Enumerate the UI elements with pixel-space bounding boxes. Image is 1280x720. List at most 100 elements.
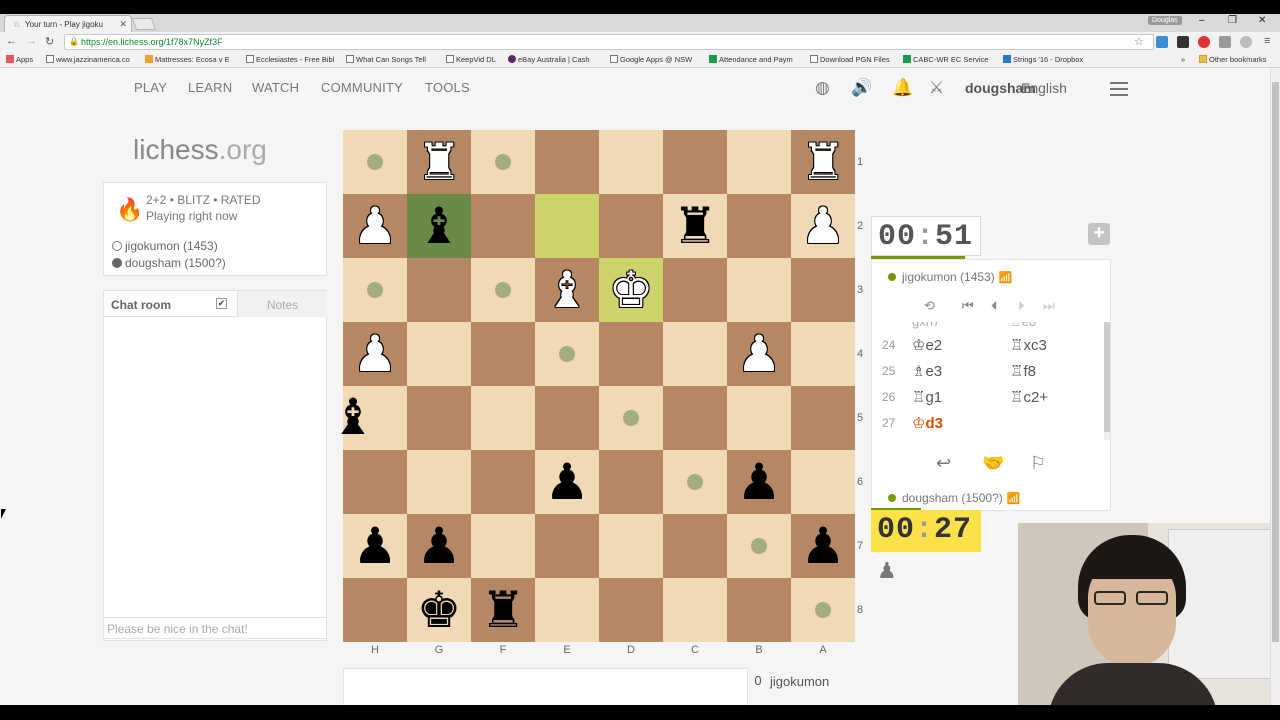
move-white[interactable]: ♔e2 [912, 336, 942, 354]
bookmark-item[interactable]: Strings '16 - Dropbox [1003, 55, 1083, 64]
board-square-a4[interactable] [791, 322, 855, 386]
page-scrollbar[interactable] [1270, 68, 1280, 705]
move-hint-dot[interactable] [623, 410, 639, 426]
board-square-c4[interactable] [663, 322, 727, 386]
language-selector[interactable]: English [1021, 80, 1067, 96]
crosstable-opponent[interactable]: jigokumon [770, 674, 829, 689]
move-hint-dot[interactable] [495, 154, 511, 170]
address-bar[interactable]: 🔒 https://en.lichess.org/1f78x7NyZf3F [64, 34, 1154, 50]
moves-scrollbar[interactable] [1104, 322, 1110, 440]
moves-scroll-thumb[interactable] [1104, 322, 1110, 432]
board-square-g6[interactable] [407, 450, 471, 514]
move-hint-dot[interactable] [687, 474, 703, 490]
black-king-piece[interactable]: ♚ [407, 578, 471, 642]
board-square-h6[interactable] [343, 450, 407, 514]
opera-extension-icon[interactable] [1198, 36, 1210, 48]
black-rook-piece[interactable]: ♜ [471, 578, 535, 642]
nav-community[interactable]: COMMUNITY [321, 80, 403, 95]
first-move-icon[interactable]: ⏮ [962, 298, 974, 314]
back-icon[interactable]: ← [6, 35, 17, 47]
dragged-black-bishop-piece[interactable]: ♝ [321, 385, 385, 449]
white-king-piece[interactable]: ♚ [599, 258, 663, 322]
challenge-swords-icon[interactable]: ⚔ [929, 78, 944, 98]
bookmark-item[interactable]: CABC-WR EC Service [903, 55, 988, 64]
white-bishop-piece[interactable]: ♝ [535, 258, 599, 322]
reload-icon[interactable]: ↻ [45, 35, 54, 48]
extension-icon[interactable] [1177, 36, 1189, 48]
bookmark-item[interactable]: KeepVid DL [446, 55, 496, 64]
move-hint-dot[interactable] [559, 346, 575, 362]
board-square-e7[interactable] [535, 514, 599, 578]
white-pawn-piece[interactable]: ♟ [727, 322, 791, 386]
move-hint-dot[interactable] [367, 282, 383, 298]
black-bishop-piece[interactable]: ♝ [407, 194, 471, 258]
board-theme-icon[interactable]: ◍ [815, 78, 830, 98]
move-white[interactable]: ♗e3 [912, 362, 942, 380]
move-white[interactable]: ♖g1 [912, 388, 942, 406]
white-pawn-piece[interactable]: ♟ [343, 322, 407, 386]
forward-icon[interactable]: → [26, 35, 37, 47]
sound-icon[interactable]: 🔊 [851, 78, 872, 98]
bookmark-item[interactable]: Attendance and Paym [709, 55, 793, 64]
board-square-d1[interactable] [599, 130, 663, 194]
last-move-icon[interactable]: ⏭ [1043, 298, 1055, 314]
board-square-b1[interactable] [727, 130, 791, 194]
board-square-g3[interactable] [407, 258, 471, 322]
black-pawn-piece[interactable]: ♟ [791, 514, 855, 578]
extension-icon[interactable] [1156, 36, 1168, 48]
restore-icon[interactable]: ❐ [1228, 15, 1237, 26]
site-logo[interactable]: lichess.org [133, 134, 267, 166]
board-square-d7[interactable] [599, 514, 663, 578]
chess-board[interactable]: ♜ ♜ ♟ ♝ ♜ ♟ ♝ ♚ ♟ ♟ ♟ ♟ ♟ ♟ ♟ ♚ ♜ ♝ [331, 130, 855, 642]
black-pawn-piece[interactable]: ♟ [343, 514, 407, 578]
board-square-f4[interactable] [471, 322, 535, 386]
board-square-c8[interactable] [663, 578, 727, 642]
extension-icon[interactable] [1219, 36, 1231, 48]
move-hint-dot[interactable] [367, 154, 383, 170]
extension-icon[interactable] [1240, 36, 1252, 48]
board-square-h8[interactable] [343, 578, 407, 642]
bookmark-item[interactable]: Mattresses: Ecosa v E [145, 55, 230, 64]
browser-tab[interactable]: ♘ Your turn - Play jigoku ✕ [4, 15, 132, 32]
board-square-c3[interactable] [663, 258, 727, 322]
bookmark-item[interactable]: Google Apps @ NSW [610, 55, 692, 64]
board-square-f2[interactable] [471, 194, 535, 258]
bookmark-item[interactable]: What Can Songs Tell [346, 55, 426, 64]
black-pawn-piece[interactable]: ♟ [535, 450, 599, 514]
board-square-a5[interactable] [791, 386, 855, 450]
move-black[interactable]: ♖xc3 [1010, 336, 1047, 354]
white-rook-piece[interactable]: ♜ [791, 130, 855, 194]
other-bookmarks[interactable]: Other bookmarks [1199, 55, 1267, 64]
new-tab-button[interactable] [131, 18, 157, 30]
takeback-icon[interactable]: ↩ [936, 453, 951, 474]
top-player-name[interactable]: jigokumon (1453) 📶 [888, 270, 1012, 284]
move-hint-dot[interactable] [495, 282, 511, 298]
move-hint-dot[interactable] [751, 538, 767, 554]
white-pawn-piece[interactable]: ♟ [343, 194, 407, 258]
close-window-icon[interactable]: ✕ [1258, 15, 1266, 26]
black-player-link[interactable]: dougsham (1500?) [112, 256, 226, 270]
offer-draw-icon[interactable]: 🤝 [982, 453, 1004, 474]
page-scroll-thumb[interactable] [1272, 82, 1279, 642]
nav-learn[interactable]: LEARN [188, 80, 232, 95]
notification-bell-icon[interactable]: 🔔 [892, 78, 913, 98]
board-square-f7[interactable] [471, 514, 535, 578]
board-square-b5[interactable] [727, 386, 791, 450]
board-square-g5[interactable] [407, 386, 471, 450]
resign-flag-icon[interactable]: ⚐ [1030, 453, 1046, 474]
board-square-c7[interactable] [663, 514, 727, 578]
nav-play[interactable]: PLAY [134, 80, 167, 95]
profile-button[interactable]: Douglas [1148, 16, 1182, 25]
tab-notes[interactable]: Notes [237, 291, 327, 317]
bottom-player-name[interactable]: dougsham (1500?) 📶 [888, 491, 1020, 505]
move-white-current[interactable]: ♔d3 [912, 414, 943, 432]
flip-board-icon[interactable]: ⟲ [924, 298, 935, 314]
bookmark-item[interactable]: www.jazzinamerica.co [46, 55, 130, 64]
minimize-icon[interactable]: – [1199, 15, 1205, 26]
move-black[interactable]: ♖f8 [1010, 362, 1036, 380]
board-square-d6[interactable] [599, 450, 663, 514]
board-square-e5[interactable] [535, 386, 599, 450]
hamburger-menu-icon[interactable] [1110, 82, 1128, 96]
board-square-f5[interactable] [471, 386, 535, 450]
bookmark-item[interactable]: eBay Australia | Cash [508, 55, 590, 64]
